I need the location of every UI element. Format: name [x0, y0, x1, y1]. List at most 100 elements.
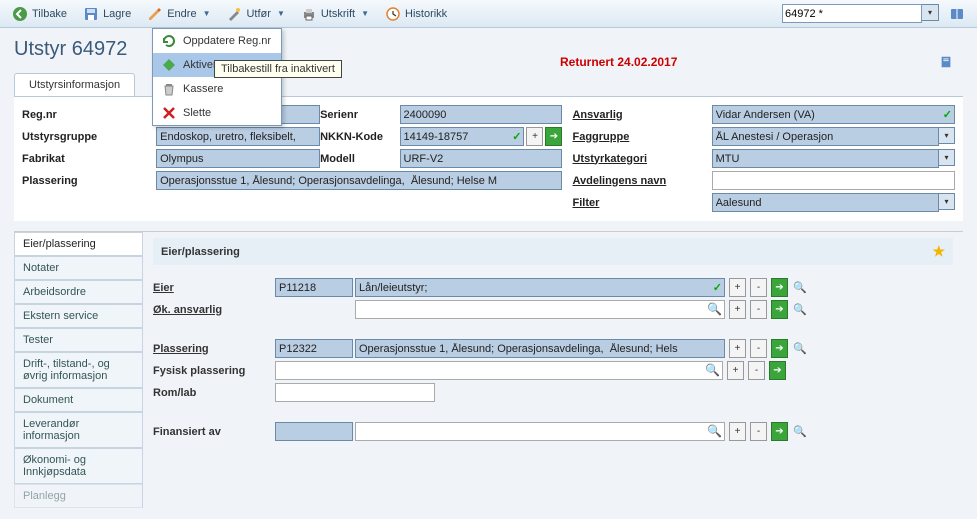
ok-ansvarlig-input[interactable] [355, 300, 725, 319]
label-finansiert: Finansiert av [153, 426, 273, 438]
minus-button[interactable]: - [748, 361, 765, 380]
finansiert-code-input[interactable] [275, 422, 353, 441]
search-icon[interactable]: 🔍 [792, 302, 808, 318]
execute-button[interactable]: Utfør ▼ [220, 4, 290, 24]
plassering-input[interactable] [156, 171, 562, 190]
plus-button[interactable]: + [729, 339, 746, 358]
sidetab-drift[interactable]: Drift-, tilstand-, og øvrig informasjon [14, 352, 142, 388]
menu-update-regnr[interactable]: Oppdatere Reg.nr [153, 29, 281, 53]
sidetab-planlegg[interactable]: Planlegg [14, 484, 142, 508]
ansvarlig-input[interactable] [712, 105, 955, 124]
go-button[interactable]: ➔ [545, 127, 562, 146]
fabrikat-input[interactable] [156, 149, 320, 168]
label-serienr: Serienr [320, 109, 399, 121]
side-tabs: Eier/plassering Notater Arbeidsordre Eks… [14, 232, 142, 508]
utstyrsgruppe-input[interactable] [156, 127, 320, 146]
plassering-code-input[interactable] [275, 339, 353, 358]
panel-header: Eier/plassering ★ [153, 238, 953, 265]
chevron-down-icon[interactable]: ▾ [939, 149, 955, 166]
document-icon[interactable] [939, 55, 953, 69]
menu-discard[interactable]: Kassere [153, 77, 281, 101]
label-utstyrkategori: Utstyrkategori [562, 153, 711, 165]
star-icon[interactable]: ★ [932, 243, 945, 260]
serienr-input[interactable] [400, 105, 563, 124]
plus-button[interactable]: + [526, 127, 543, 146]
sidetab-tester[interactable]: Tester [14, 328, 142, 352]
go-button[interactable]: ➔ [771, 422, 788, 441]
book-icon[interactable] [949, 6, 965, 22]
print-button[interactable]: Utskrift ▼ [295, 4, 375, 24]
filter-select[interactable] [712, 193, 940, 212]
save-icon [83, 6, 99, 22]
eier-code-input[interactable] [275, 278, 353, 297]
panel-eier-plassering: Eier/plassering ★ Eier ✓ + - ➔ 🔍 Øk. ans… [142, 232, 963, 508]
search-icon[interactable]: 🔍 [707, 424, 722, 438]
fysisk-input[interactable] [275, 361, 723, 380]
label-nkkn: NKKN-Kode [320, 131, 399, 143]
back-icon [12, 6, 28, 22]
toolbar: Tilbake Lagre Endre ▼ Utfør ▼ Utskrift ▼… [0, 0, 977, 28]
chevron-down-icon[interactable]: ▾ [922, 4, 939, 21]
check-icon: ✓ [943, 108, 952, 121]
printer-icon [301, 6, 317, 22]
save-button[interactable]: Lagre [77, 4, 137, 24]
sidetab-notater[interactable]: Notater [14, 256, 142, 280]
modell-input[interactable] [400, 149, 563, 168]
page-title: Utstyr 64972 [14, 38, 127, 61]
label-romlab: Rom/lab [153, 387, 273, 399]
minus-button[interactable]: - [750, 422, 767, 441]
minus-button[interactable]: - [750, 278, 767, 297]
label-eier: Eier [153, 282, 273, 294]
minus-button[interactable]: - [750, 300, 767, 319]
clock-icon [385, 6, 401, 22]
go-button[interactable]: ➔ [769, 361, 786, 380]
go-button[interactable]: ➔ [771, 339, 788, 358]
utstyrkategori-select[interactable] [712, 149, 940, 168]
search-icon[interactable]: 🔍 [792, 280, 808, 296]
history-button[interactable]: Historikk [379, 4, 453, 24]
check-icon: ✓ [713, 281, 722, 294]
status-row: Returnert 24.02.2017 [560, 55, 963, 69]
sidetab-dokument[interactable]: Dokument [14, 388, 142, 412]
label-regnr: Reg.nr [22, 109, 156, 121]
sidetab-eier[interactable]: Eier/plassering [14, 232, 142, 256]
search-icon[interactable]: 🔍 [707, 302, 722, 316]
plus-button[interactable]: + [729, 422, 746, 441]
plassering-desc-input[interactable] [355, 339, 725, 358]
save-label: Lagre [103, 8, 131, 20]
magic-icon [226, 6, 242, 22]
search-icon[interactable]: 🔍 [792, 341, 808, 357]
go-button[interactable]: ➔ [771, 278, 788, 297]
sidetab-arbeidsordre[interactable]: Arbeidsordre [14, 280, 142, 304]
pencil-icon [147, 6, 163, 22]
edit-button[interactable]: Endre ▼ [141, 4, 216, 24]
plus-button[interactable]: + [729, 300, 746, 319]
finansiert-desc-input[interactable] [355, 422, 725, 441]
chevron-down-icon[interactable]: ▾ [939, 193, 955, 210]
minus-button[interactable]: - [750, 339, 767, 358]
avdelingens-input[interactable] [712, 171, 955, 190]
plus-button[interactable]: + [727, 361, 744, 380]
print-label: Utskrift [321, 8, 355, 20]
search-icon[interactable]: 🔍 [792, 424, 808, 440]
sidetab-ekstern[interactable]: Ekstern service [14, 304, 142, 328]
label-faggruppe: Faggruppe [562, 131, 711, 143]
nkkn-input[interactable] [400, 127, 525, 146]
record-selector[interactable]: ▾ [782, 4, 939, 23]
search-icon[interactable]: 🔍 [705, 363, 720, 377]
sidetab-okonomi[interactable]: Økonomi- og Innkjøpsdata [14, 448, 142, 484]
go-button[interactable]: ➔ [771, 300, 788, 319]
tab-utstyrsinformasjon[interactable]: Utstyrsinformasjon [14, 73, 135, 96]
label-fysisk: Fysisk plassering [153, 365, 273, 377]
menu-delete[interactable]: Slette [153, 101, 281, 125]
record-selector-input[interactable] [782, 4, 922, 23]
chevron-down-icon[interactable]: ▾ [939, 127, 955, 144]
sidetab-leverandor[interactable]: Leverandør informasjon [14, 412, 142, 448]
chevron-down-icon: ▼ [277, 9, 285, 18]
label-filter: Filter [562, 197, 711, 209]
back-button[interactable]: Tilbake [6, 4, 73, 24]
plus-button[interactable]: + [729, 278, 746, 297]
eier-desc-input[interactable] [355, 278, 725, 297]
romlab-input[interactable] [275, 383, 435, 402]
faggruppe-select[interactable] [712, 127, 940, 146]
